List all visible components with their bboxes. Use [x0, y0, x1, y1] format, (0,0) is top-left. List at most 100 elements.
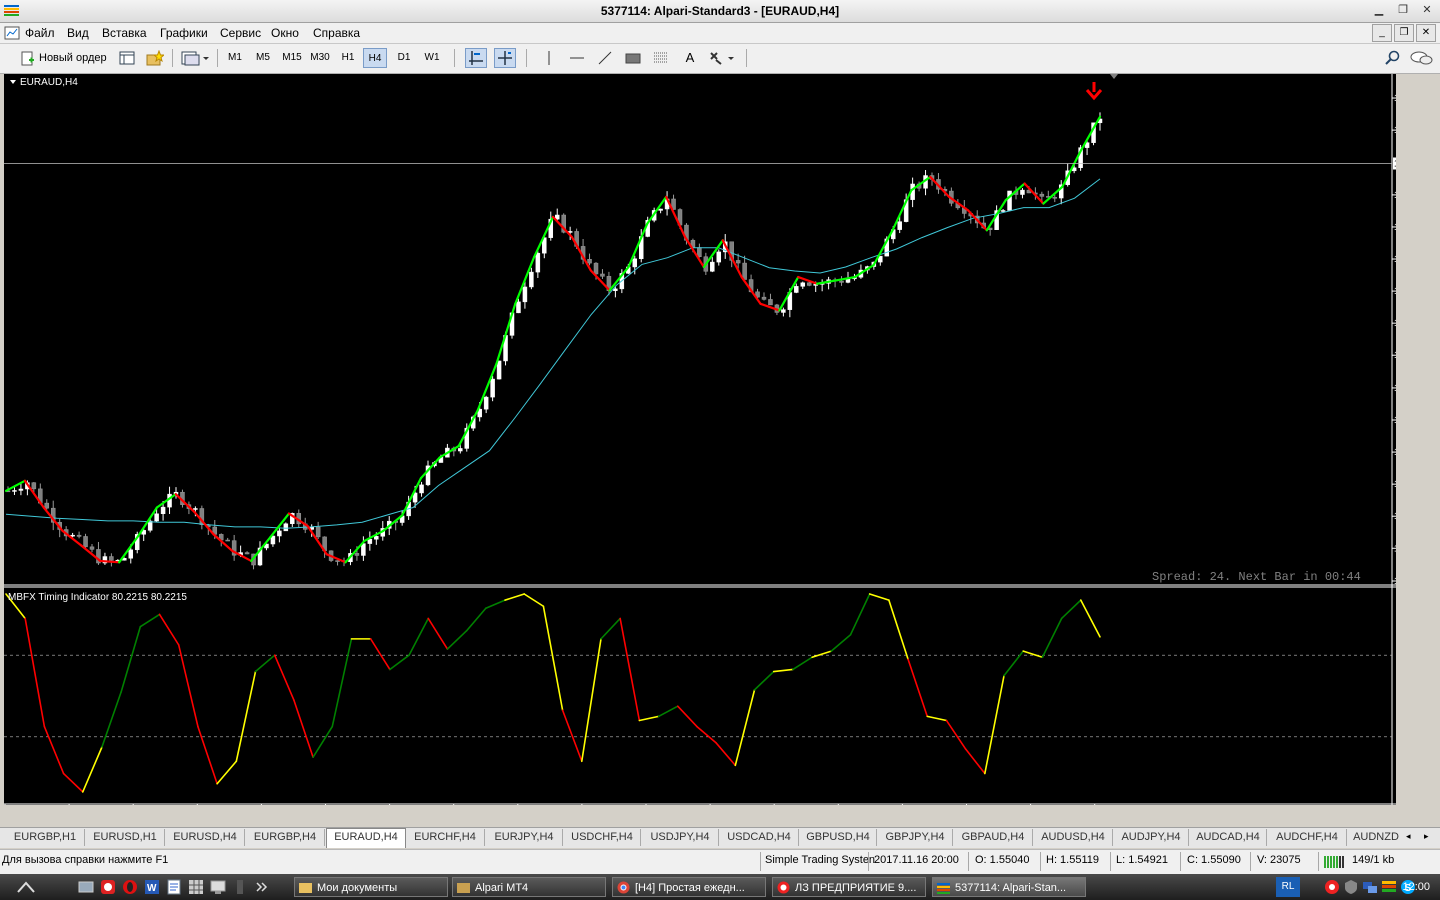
candle-body [154, 513, 159, 522]
minimize-button[interactable]: ▁ [1368, 2, 1390, 18]
tray-metatrader-icon[interactable] [1381, 879, 1397, 895]
chart-window[interactable]: 1.57880 1.57400 1.56430 1.55950 1.55470 1.549… [4, 74, 1396, 805]
timeframe-m15[interactable]: M15 [280, 48, 304, 68]
tab-audchf-h4[interactable]: AUDCHF,H4 [1268, 829, 1347, 846]
tray-shield-icon[interactable] [1343, 879, 1359, 895]
candle-body [761, 296, 767, 300]
menu-view[interactable]: Вид [67, 26, 89, 40]
tab-eurgbp-h4[interactable]: EURGBP,H4 [246, 829, 325, 846]
candle-body [374, 536, 379, 540]
price-chart[interactable]: 1.57880 1.57400 1.56430 1.55950 1.55470 1.549… [4, 74, 1396, 805]
tab-audjpy-h4[interactable]: AUDJPY,H4 [1114, 829, 1189, 846]
status-profile[interactable]: Simple Trading Systen [765, 854, 875, 866]
new-order-button[interactable]: Новый ордер [20, 48, 110, 68]
tab-eurusd-h4[interactable]: EURUSD,H4 [166, 829, 245, 846]
fibonacci-button[interactable] [652, 48, 670, 68]
chart-restore-button[interactable]: ❐ [1394, 24, 1414, 42]
tab-eurchf-h4[interactable]: EURCHF,H4 [406, 829, 485, 846]
price-tick-label: 1.50650 [1394, 576, 1396, 586]
timeframe-d1[interactable]: D1 [393, 48, 415, 68]
tray-network-icon[interactable] [1362, 879, 1378, 895]
cursor-button[interactable] [465, 48, 487, 68]
opera-icon[interactable] [122, 879, 138, 895]
shapes-menu-button[interactable] [708, 48, 736, 68]
tab-gbpusd-h4[interactable]: GBPUSD,H4 [800, 829, 877, 846]
chart-templates-button[interactable] [180, 48, 210, 68]
menu-window[interactable]: Окно [271, 26, 299, 40]
tab-usdchf-h4[interactable]: USDCHF,H4 [564, 829, 641, 846]
document-icon[interactable] [166, 879, 182, 895]
tab-eurjpy-h4[interactable]: EURJPY,H4 [486, 829, 563, 846]
word-icon[interactable]: W [144, 879, 160, 895]
tab-gbpjpy-h4[interactable]: GBPJPY,H4 [878, 829, 953, 846]
vertical-line-button[interactable] [540, 48, 558, 68]
tab-usdjpy-h4[interactable]: USDJPY,H4 [642, 829, 719, 846]
text-tool-button[interactable]: A [681, 48, 699, 68]
tabs-scroll-right-icon[interactable]: ▸ [1424, 831, 1429, 842]
candle-body [76, 534, 82, 537]
monitor-icon[interactable] [210, 879, 226, 895]
market-watch-button[interactable] [118, 48, 136, 68]
tab-gbpaud-h4[interactable]: GBPAUD,H4 [954, 829, 1033, 846]
candle-body [354, 553, 360, 556]
menu-file[interactable]: Файл [25, 26, 55, 40]
candle-body [587, 259, 592, 264]
tab-eurusd-h1[interactable]: EURUSD,H1 [86, 829, 165, 846]
taskbar-item-alpari-mt4[interactable]: Alpari MT4 [452, 877, 606, 897]
tool-icon[interactable] [232, 879, 248, 895]
timeframe-h4[interactable]: H4 [363, 48, 387, 68]
taskbar-item-documents[interactable]: Мои документы [294, 877, 448, 897]
chat-button[interactable] [1408, 48, 1436, 68]
crosshair-button[interactable] [494, 48, 516, 68]
desktop-icon[interactable] [78, 879, 94, 895]
tab-audcad-h4[interactable]: AUDCAD,H4 [1190, 829, 1267, 846]
candle-body [147, 520, 153, 531]
timeframe-m5[interactable]: M5 [252, 48, 274, 68]
taskbar-item-mt4-terminal[interactable]: 5377114: Alpari-Stan... [932, 877, 1086, 897]
tab-euraud-h4[interactable]: EURAUD,H4 [326, 828, 406, 848]
menu-charts[interactable]: Графики [160, 26, 208, 40]
star-folder-icon [146, 49, 166, 66]
taskbar-item-1c[interactable]: ЛЗ ПРЕДПРИЯТИЕ 9.... [772, 877, 926, 897]
start-button-icon[interactable] [16, 880, 36, 894]
status-close: C: 1.55090 [1187, 854, 1241, 866]
grid-app-icon[interactable] [188, 879, 204, 895]
show-more-icon[interactable] [254, 879, 270, 895]
horizontal-line-icon [570, 57, 584, 59]
chart-minimize-button[interactable]: _ [1372, 24, 1392, 42]
horizontal-line-button[interactable] [568, 48, 586, 68]
menu-insert[interactable]: Вставка [102, 26, 147, 40]
close-button[interactable]: ✕ [1416, 2, 1438, 18]
tab-audnzd[interactable]: AUDNZD [1348, 829, 1404, 846]
timeframe-h1[interactable]: H1 [337, 48, 359, 68]
tab-audusd-h4[interactable]: AUDUSD,H4 [1034, 829, 1113, 846]
timeframe-w1[interactable]: W1 [421, 48, 443, 68]
navigator-button[interactable] [145, 48, 166, 68]
tray-1c-icon[interactable] [1324, 879, 1340, 895]
tab-usdcad-h4[interactable]: USDCAD,H4 [720, 829, 799, 846]
indicator-label: MBFX Timing Indicator 80.2215 80.2215 [8, 592, 187, 603]
candle-body [800, 282, 806, 287]
candle-body [516, 301, 521, 314]
timeframe-m1[interactable]: M1 [224, 48, 246, 68]
channel-button[interactable] [624, 48, 642, 68]
status-volume: V: 23075 [1257, 854, 1301, 866]
tab-eurgbp-h1[interactable]: EURGBP,H1 [6, 829, 85, 846]
chart-close-button[interactable]: ✕ [1416, 24, 1436, 42]
language-indicator[interactable]: RL [1276, 877, 1300, 897]
status-low: L: 1.54921 [1116, 854, 1168, 866]
candle-body [12, 490, 17, 492]
timeframe-m30[interactable]: M30 [308, 48, 332, 68]
trendline-button[interactable] [596, 48, 614, 68]
restore-button[interactable]: ❐ [1392, 2, 1414, 18]
red-app-icon[interactable] [100, 879, 116, 895]
task-label: 5377114: Alpari-Stan... [955, 882, 1067, 894]
menu-service[interactable]: Сервис [220, 26, 261, 40]
candle-body [283, 523, 289, 532]
menu-help[interactable]: Справка [313, 26, 360, 40]
fibonacci-icon [654, 52, 668, 63]
search-button[interactable] [1382, 48, 1402, 68]
tabs-scroll-left-icon[interactable]: ◂ [1406, 831, 1411, 842]
taskbar-item-browser[interactable]: [Н4] Простая ежедн... [612, 877, 766, 897]
chart-window-icon[interactable] [4, 25, 20, 41]
